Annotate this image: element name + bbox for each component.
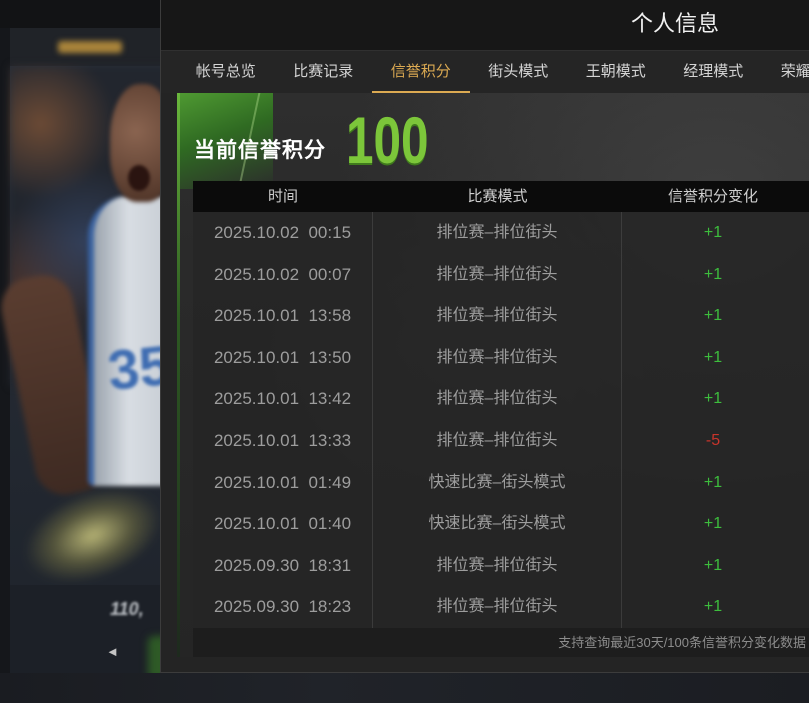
cell-time: 2025.10.02 00:15: [193, 212, 373, 254]
table-row: 2025.10.01 01:40 快速比赛–街头模式 +1: [193, 503, 809, 545]
cell-time: 2025.10.01 13:58: [193, 295, 373, 337]
player-mouth: [128, 165, 150, 191]
cell-mode: 排位赛–排位街头: [373, 378, 622, 420]
column-header-time: 时间: [267, 188, 298, 205]
personal-info-panel: 个人信息 帐号总览 比赛记录 信誉积分 街头模式 王朝模式 经理模式 荣耀 当前…: [160, 0, 809, 673]
cell-change: +1: [703, 348, 723, 366]
cell-mode: 排位赛–排位街头: [373, 253, 622, 296]
table-row: 2025.10.01 13:33 排位赛–排位街头 -5: [193, 419, 809, 462]
table-row: 2025.10.01 13:50 排位赛–排位街头 +1: [193, 336, 809, 379]
cell-change: +1: [703, 265, 723, 283]
title-bar: 个人信息: [161, 0, 809, 50]
cell-time: 2025.10.01 01:40: [193, 503, 373, 545]
cell-time: 2025.10.02 00:07: [193, 253, 373, 296]
cell-change: +1: [703, 390, 723, 408]
cell-time: 2025.10.01 13:50: [193, 336, 373, 379]
cell-time: 2025.09.30 18:23: [193, 586, 373, 628]
cell-time: 2025.09.30 18:31: [193, 544, 373, 587]
background-bottom-bar: [0, 673, 809, 703]
cell-mode: 排位赛–排位街头: [373, 544, 622, 587]
cell-change: +1: [703, 224, 723, 241]
background-top-bar: [0, 0, 160, 28]
tab-list: 帐号总览 比赛记录 信誉积分 街头模式 王朝模式 经理模式 荣耀: [177, 51, 809, 93]
table-row: 2025.09.30 18:31 排位赛–排位街头 +1: [193, 544, 809, 587]
tab-match-records[interactable]: 比赛记录: [275, 51, 373, 93]
background-blurred-title: [58, 41, 122, 53]
cell-mode: 排位赛–排位街头: [373, 419, 622, 462]
cell-time: 2025.10.01 13:33: [193, 419, 373, 462]
background-value-text: 110,: [110, 599, 144, 619]
current-credit-label: 当前信誉积分: [194, 139, 326, 162]
table-row: 2025.10.01 01:49 快速比赛–街头模式 +1: [193, 461, 809, 504]
tab-credit-score[interactable]: 信誉积分: [372, 51, 470, 93]
current-credit-score: 100: [346, 103, 429, 177]
panel-title: 个人信息: [631, 11, 720, 36]
cell-change: +1: [703, 515, 723, 533]
column-header-mode: 比赛模式: [467, 188, 528, 205]
table-row: 2025.09.30 18:23 排位赛–排位街头 +1: [193, 586, 809, 628]
cell-change: +1: [703, 598, 723, 616]
cell-time: 2025.10.01 01:49: [193, 461, 373, 504]
cell-mode: 排位赛–排位街头: [373, 336, 622, 379]
cell-mode: 排位赛–排位街头: [373, 586, 622, 628]
table-row: 2025.10.02 00:07 排位赛–排位街头 +1: [193, 253, 809, 296]
tab-dynasty-mode[interactable]: 王朝模式: [567, 51, 665, 93]
cell-mode: 排位赛–排位街头: [373, 295, 622, 337]
table-row: 2025.10.01 13:42 排位赛–排位街头 +1: [193, 378, 809, 420]
table-row: 2025.10.02 00:15 排位赛–排位街头 +1: [193, 212, 809, 254]
left-arrow-icon[interactable]: ◄: [106, 643, 119, 661]
table-header: 时间 比赛模式 信誉积分变化: [193, 181, 809, 212]
cell-change: +1: [703, 307, 723, 325]
cell-change: +1: [703, 473, 723, 491]
cell-time: 2025.10.01 13:42: [193, 378, 373, 420]
credit-history-table: 时间 比赛模式 信誉积分变化 2025.10.02 00:15 排位赛–排位街头…: [193, 181, 809, 628]
green-edge-decoration: [177, 93, 180, 657]
cell-mode: 快速比赛–街头模式: [373, 461, 622, 504]
table-row: 2025.10.01 13:58 排位赛–排位街头 +1: [193, 295, 809, 337]
tab-manager-mode[interactable]: 经理模式: [665, 51, 763, 93]
column-header-change: 信誉积分变化: [667, 188, 758, 205]
tab-bar: 帐号总览 比赛记录 信誉积分 街头模式 王朝模式 经理模式 荣耀: [161, 50, 809, 93]
cell-mode: 排位赛–排位街头: [373, 212, 622, 254]
tab-account-overview[interactable]: 帐号总览: [177, 51, 275, 93]
query-limit-note: 支持查询最近30天/100条信誉积分变化数据: [193, 628, 809, 657]
tab-honor[interactable]: 荣耀: [762, 51, 809, 93]
cell-change: +1: [703, 556, 723, 574]
tab-street-mode[interactable]: 街头模式: [470, 51, 568, 93]
cell-mode: 快速比赛–街头模式: [373, 503, 622, 545]
credit-score-content: 当前信誉积分 100 时间 比赛模式 信誉积分变化 2025.10.02 00:…: [177, 93, 809, 657]
cell-change: -5: [705, 431, 721, 449]
